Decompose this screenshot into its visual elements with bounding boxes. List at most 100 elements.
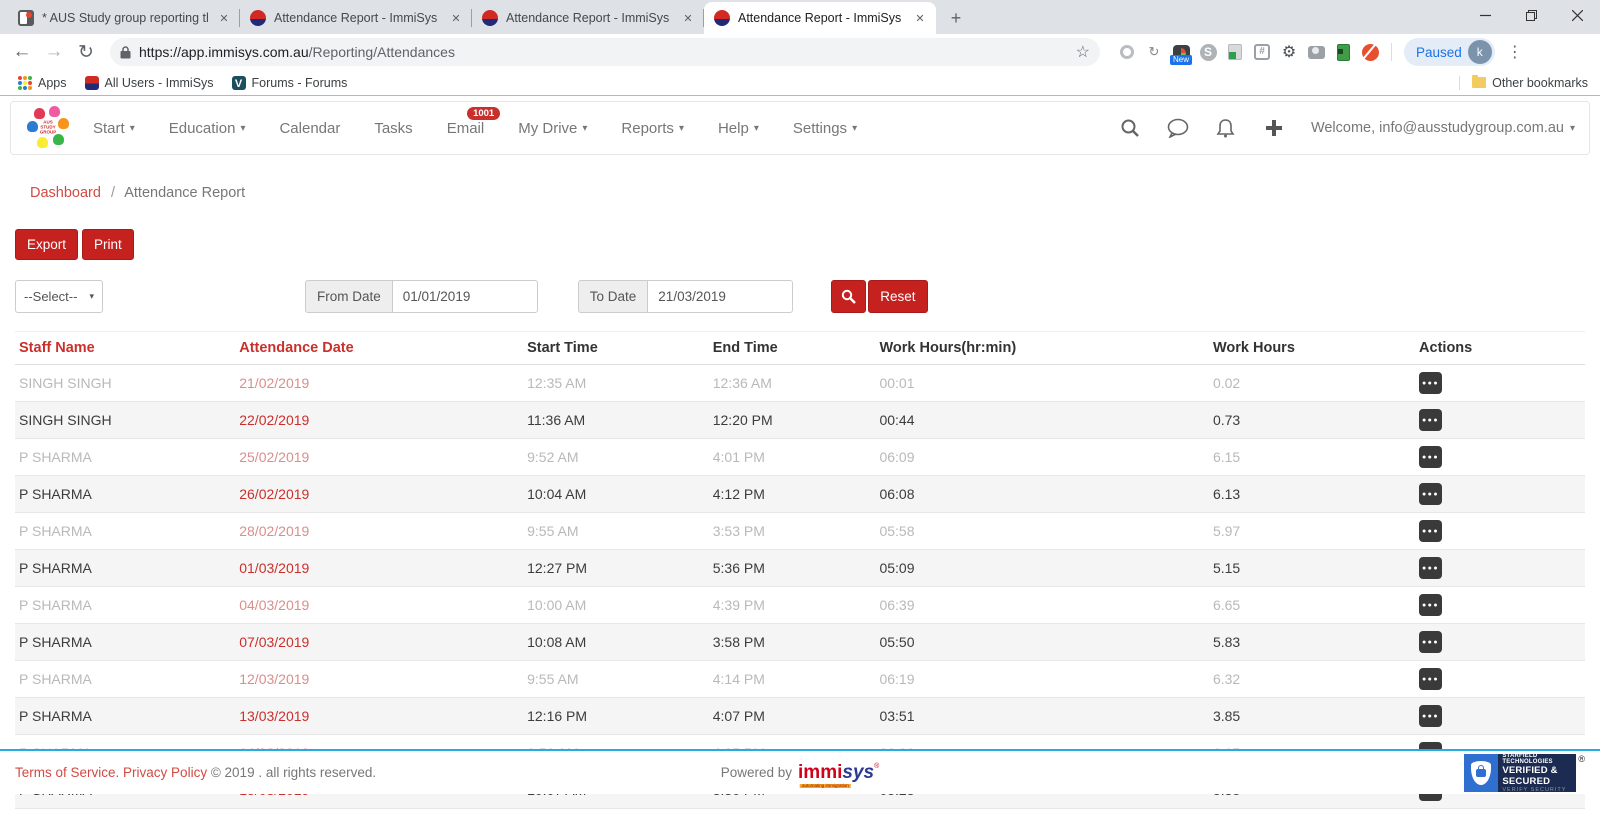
reload-button[interactable]: ↻ — [72, 38, 100, 66]
browser-tab[interactable]: Attendance Report - ImmiSys✕ — [240, 2, 472, 34]
cell-actions: ●●● — [1415, 513, 1585, 550]
bookmark-item[interactable]: Forums - Forums — [226, 74, 354, 92]
close-window-button[interactable] — [1554, 0, 1600, 30]
print-button[interactable]: Print — [82, 229, 134, 260]
profile-avatar[interactable]: k — [1468, 40, 1492, 64]
notifications-bell-icon[interactable] — [1215, 117, 1237, 139]
browser-menu-button[interactable]: ⋮ — [1507, 42, 1524, 62]
cell-attendance-date[interactable]: 04/03/2019 — [235, 587, 523, 624]
recycle-extension-icon[interactable]: ↻ — [1145, 43, 1163, 61]
browser-tab[interactable]: Attendance Report - ImmiSys✕ — [704, 2, 936, 34]
cell-attendance-date[interactable]: 26/02/2019 — [235, 476, 523, 513]
cell-end-time: 4:01 PM — [709, 439, 876, 476]
reset-button[interactable]: Reset — [868, 280, 927, 313]
table-row: SINGH SINGH21/02/201912:35 AM12:36 AM00:… — [15, 365, 1585, 402]
bookmark-item[interactable]: All Users - ImmiSys — [79, 74, 220, 92]
cell-staff-name: P SHARMA — [15, 513, 235, 550]
bookmark-item[interactable]: Apps — [12, 74, 73, 92]
cell-attendance-date[interactable]: 25/02/2019 — [235, 439, 523, 476]
forward-button[interactable]: → — [40, 38, 68, 66]
nav-item-education[interactable]: Education▾ — [169, 120, 246, 137]
cell-attendance-date[interactable]: 01/03/2019 — [235, 550, 523, 587]
nav-item-tasks[interactable]: Tasks — [374, 120, 412, 137]
ellipsis-icon: ●●● — [1422, 380, 1439, 387]
nav-item-settings[interactable]: Settings▾ — [793, 120, 857, 137]
column-header-0[interactable]: Staff Name — [15, 332, 235, 365]
column-header-1[interactable]: Attendance Date — [235, 332, 523, 365]
welcome-user-menu[interactable]: Welcome, info@ausstudygroup.com.au ▾ — [1311, 120, 1575, 136]
speed-extension-icon[interactable]: New — [1172, 43, 1190, 61]
nav-item-my-drive[interactable]: My Drive▾ — [518, 120, 587, 137]
page-content: AUS STUDY GROUP Start▾ Education▾ Calendar… — [0, 101, 1600, 813]
export-button[interactable]: Export — [15, 229, 78, 260]
browser-tab[interactable]: Attendance Report - ImmiSys✕ — [472, 2, 704, 34]
ring-extension-icon[interactable] — [1118, 43, 1136, 61]
search-icon[interactable] — [1119, 117, 1141, 139]
to-date-input[interactable] — [647, 280, 793, 313]
cz-extension-icon[interactable] — [1361, 43, 1379, 61]
cell-attendance-date[interactable]: 12/03/2019 — [235, 661, 523, 698]
filter-row: --Select-- ▾ From Date To Date Reset — [15, 280, 1585, 313]
tab-close-icon[interactable]: ✕ — [680, 10, 696, 26]
row-actions-button[interactable]: ●●● — [1419, 446, 1442, 468]
nav-item-help[interactable]: Help▾ — [718, 120, 759, 137]
cell-actions: ●●● — [1415, 624, 1585, 661]
breadcrumb-dashboard-link[interactable]: Dashboard — [30, 185, 101, 201]
bookmark-label: Apps — [38, 76, 67, 90]
breadcrumb-current: Attendance Report — [124, 185, 245, 201]
nav-item-reports[interactable]: Reports▾ — [621, 120, 684, 137]
other-bookmarks[interactable]: Other bookmarks — [1459, 76, 1588, 90]
restore-button[interactable] — [1508, 0, 1554, 30]
doc2-extension-icon[interactable] — [1226, 43, 1244, 61]
bookmark-star-icon[interactable]: ☆ — [1076, 42, 1090, 62]
row-actions-button[interactable]: ●●● — [1419, 705, 1442, 727]
new-tab-button[interactable]: + — [942, 4, 970, 32]
sheet-extension-icon[interactable] — [1334, 43, 1352, 61]
cell-work-hours-hrmin: 05:50 — [875, 624, 1209, 661]
powered-by: Powered by immisys® automating immigrati… — [721, 763, 880, 782]
row-actions-button[interactable]: ●●● — [1419, 520, 1442, 542]
nav-item-email[interactable]: Email1001 — [447, 120, 485, 137]
row-actions-button[interactable]: ●●● — [1419, 668, 1442, 690]
browser-tab[interactable]: * AUS Study group reporting tha✕ — [8, 2, 240, 34]
sync-paused-pill[interactable]: Paused k — [1404, 38, 1495, 66]
search-filter-button[interactable] — [831, 280, 866, 313]
chat-icon[interactable] — [1167, 117, 1189, 139]
skype-extension-icon[interactable]: S — [1199, 43, 1217, 61]
aus-study-group-logo[interactable]: AUS STUDY GROUP — [25, 105, 71, 151]
tab-close-icon[interactable]: ✕ — [448, 10, 464, 26]
row-actions-button[interactable]: ●●● — [1419, 631, 1442, 653]
security-seal[interactable]: STARFIELD TECHNOLOGIES VERIFIED & SECURE… — [1464, 754, 1585, 792]
row-actions-button[interactable]: ●●● — [1419, 594, 1442, 616]
bookmarks-bar: Apps All Users - ImmiSys Forums - Forums O… — [0, 70, 1600, 96]
cell-attendance-date[interactable]: 21/02/2019 — [235, 365, 523, 402]
back-button[interactable]: ← — [8, 38, 36, 66]
from-date-input[interactable] — [392, 280, 538, 313]
tab-close-icon[interactable]: ✕ — [912, 10, 928, 26]
row-actions-button[interactable]: ●●● — [1419, 372, 1442, 394]
address-bar[interactable]: https://app.immisys.com.au/Reporting/Att… — [110, 38, 1100, 66]
staff-select-dropdown[interactable]: --Select-- ▾ — [15, 280, 103, 313]
immisys-logo[interactable]: immisys® automating immigration — [798, 763, 879, 782]
cell-attendance-date[interactable]: 28/02/2019 — [235, 513, 523, 550]
minimize-button[interactable] — [1462, 0, 1508, 30]
add-plus-icon[interactable] — [1263, 117, 1285, 139]
cam-extension-icon[interactable] — [1307, 43, 1325, 61]
cell-attendance-date[interactable]: 22/02/2019 — [235, 402, 523, 439]
nav-item-start[interactable]: Start▾ — [93, 120, 135, 137]
grid-extension-icon[interactable]: # — [1253, 43, 1271, 61]
cell-actions: ●●● — [1415, 550, 1585, 587]
cell-attendance-date[interactable]: 07/03/2019 — [235, 624, 523, 661]
nav-item-calendar[interactable]: Calendar — [279, 120, 340, 137]
row-actions-button[interactable]: ●●● — [1419, 557, 1442, 579]
skype-icon: S — [1200, 44, 1217, 61]
tab-close-icon[interactable]: ✕ — [216, 10, 232, 26]
row-actions-button[interactable]: ●●● — [1419, 409, 1442, 431]
cell-attendance-date[interactable]: 13/03/2019 — [235, 698, 523, 735]
privacy-link[interactable]: Privacy Policy — [123, 765, 207, 780]
terms-link[interactable]: Terms of Service. — [15, 765, 119, 780]
ellipsis-icon: ●●● — [1422, 602, 1439, 609]
row-actions-button[interactable]: ●●● — [1419, 483, 1442, 505]
cell-start-time: 12:35 AM — [523, 365, 709, 402]
gear-extension-icon[interactable]: ⚙ — [1280, 43, 1298, 61]
